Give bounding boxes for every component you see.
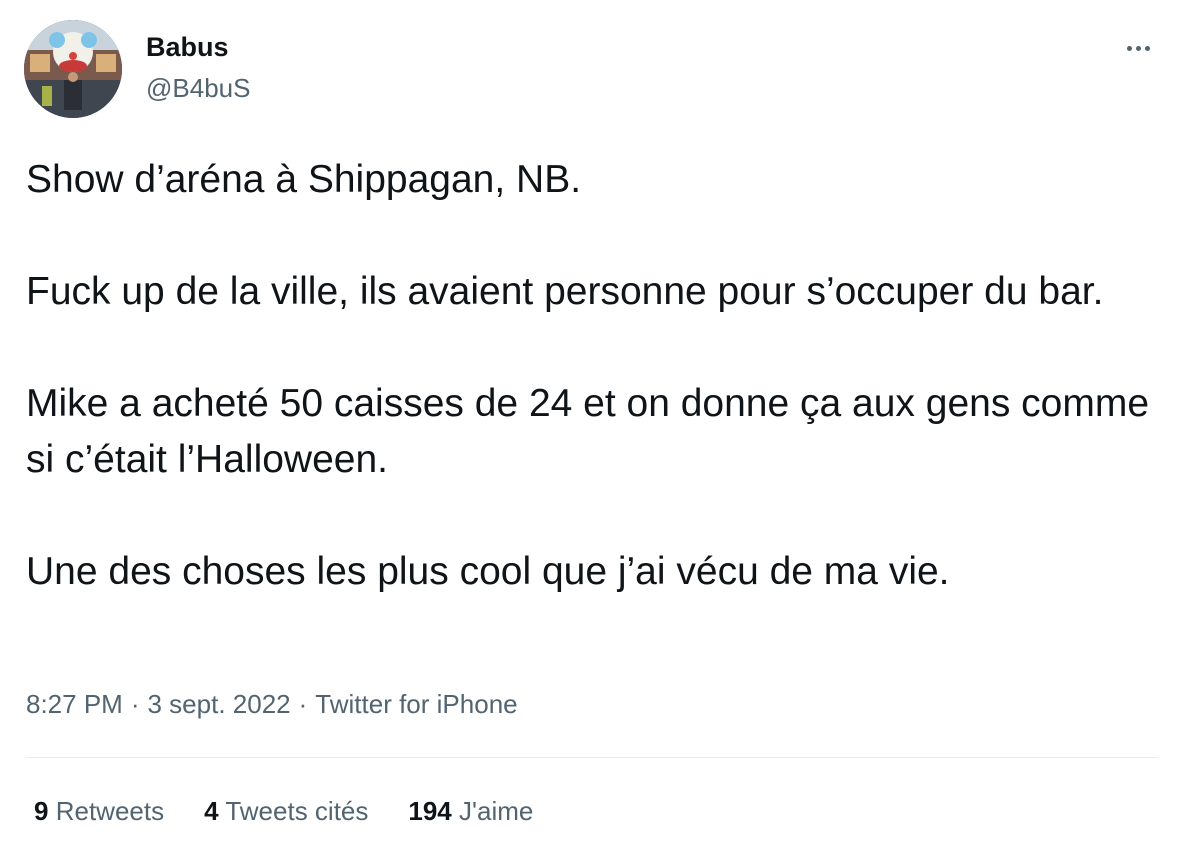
avatar-image bbox=[24, 20, 122, 118]
quote-tweets-label: Tweets cités bbox=[225, 796, 369, 826]
retweets-stat[interactable]: 9 Retweets bbox=[34, 793, 164, 829]
likes-count: 194 bbox=[408, 796, 452, 826]
more-horizontal-icon bbox=[1126, 45, 1132, 51]
tweet-text: Show d’aréna à Shippagan, NB. Fuck up de… bbox=[26, 152, 1166, 600]
meta-separator: · bbox=[130, 689, 140, 719]
more-dot bbox=[1135, 45, 1141, 51]
retweets-label: Retweets bbox=[55, 796, 165, 826]
tweet-paragraph: Une des choses les plus cool que j’ai vé… bbox=[26, 550, 950, 593]
tweet-paragraph: Mike a acheté 50 caisses de 24 et on don… bbox=[26, 382, 1150, 481]
tweet-time[interactable]: 8:27 PM bbox=[26, 689, 123, 719]
meta-separator: · bbox=[298, 689, 308, 719]
divider bbox=[26, 757, 1158, 758]
more-dot bbox=[1144, 45, 1150, 51]
quote-tweets-count: 4 bbox=[204, 796, 219, 826]
likes-label: J'aime bbox=[459, 796, 534, 826]
tweet-paragraph: Fuck up de la ville, ils avaient personn… bbox=[26, 270, 1104, 313]
tweet-date[interactable]: 3 sept. 2022 bbox=[148, 689, 291, 719]
likes-stat[interactable]: 194 J'aime bbox=[408, 793, 533, 829]
display-name[interactable]: Babus bbox=[146, 30, 229, 64]
tweet-paragraph: Show d’aréna à Shippagan, NB. bbox=[26, 158, 582, 201]
tweet-stats: 9 Retweets 4 Tweets cités 194 J'aime bbox=[34, 793, 573, 829]
quote-tweets-stat[interactable]: 4 Tweets cités bbox=[204, 793, 368, 829]
more-options-button[interactable] bbox=[1118, 30, 1158, 66]
retweets-count: 9 bbox=[34, 796, 49, 826]
user-handle[interactable]: @B4buS bbox=[146, 72, 250, 104]
avatar[interactable] bbox=[24, 20, 122, 118]
tweet-meta: 8:27 PM · 3 sept. 2022 · Twitter for iPhone bbox=[26, 686, 518, 722]
tweet-card: Babus @B4buS Show d’aréna à Shippagan, N… bbox=[0, 0, 1184, 858]
tweet-source[interactable]: Twitter for iPhone bbox=[315, 689, 517, 719]
